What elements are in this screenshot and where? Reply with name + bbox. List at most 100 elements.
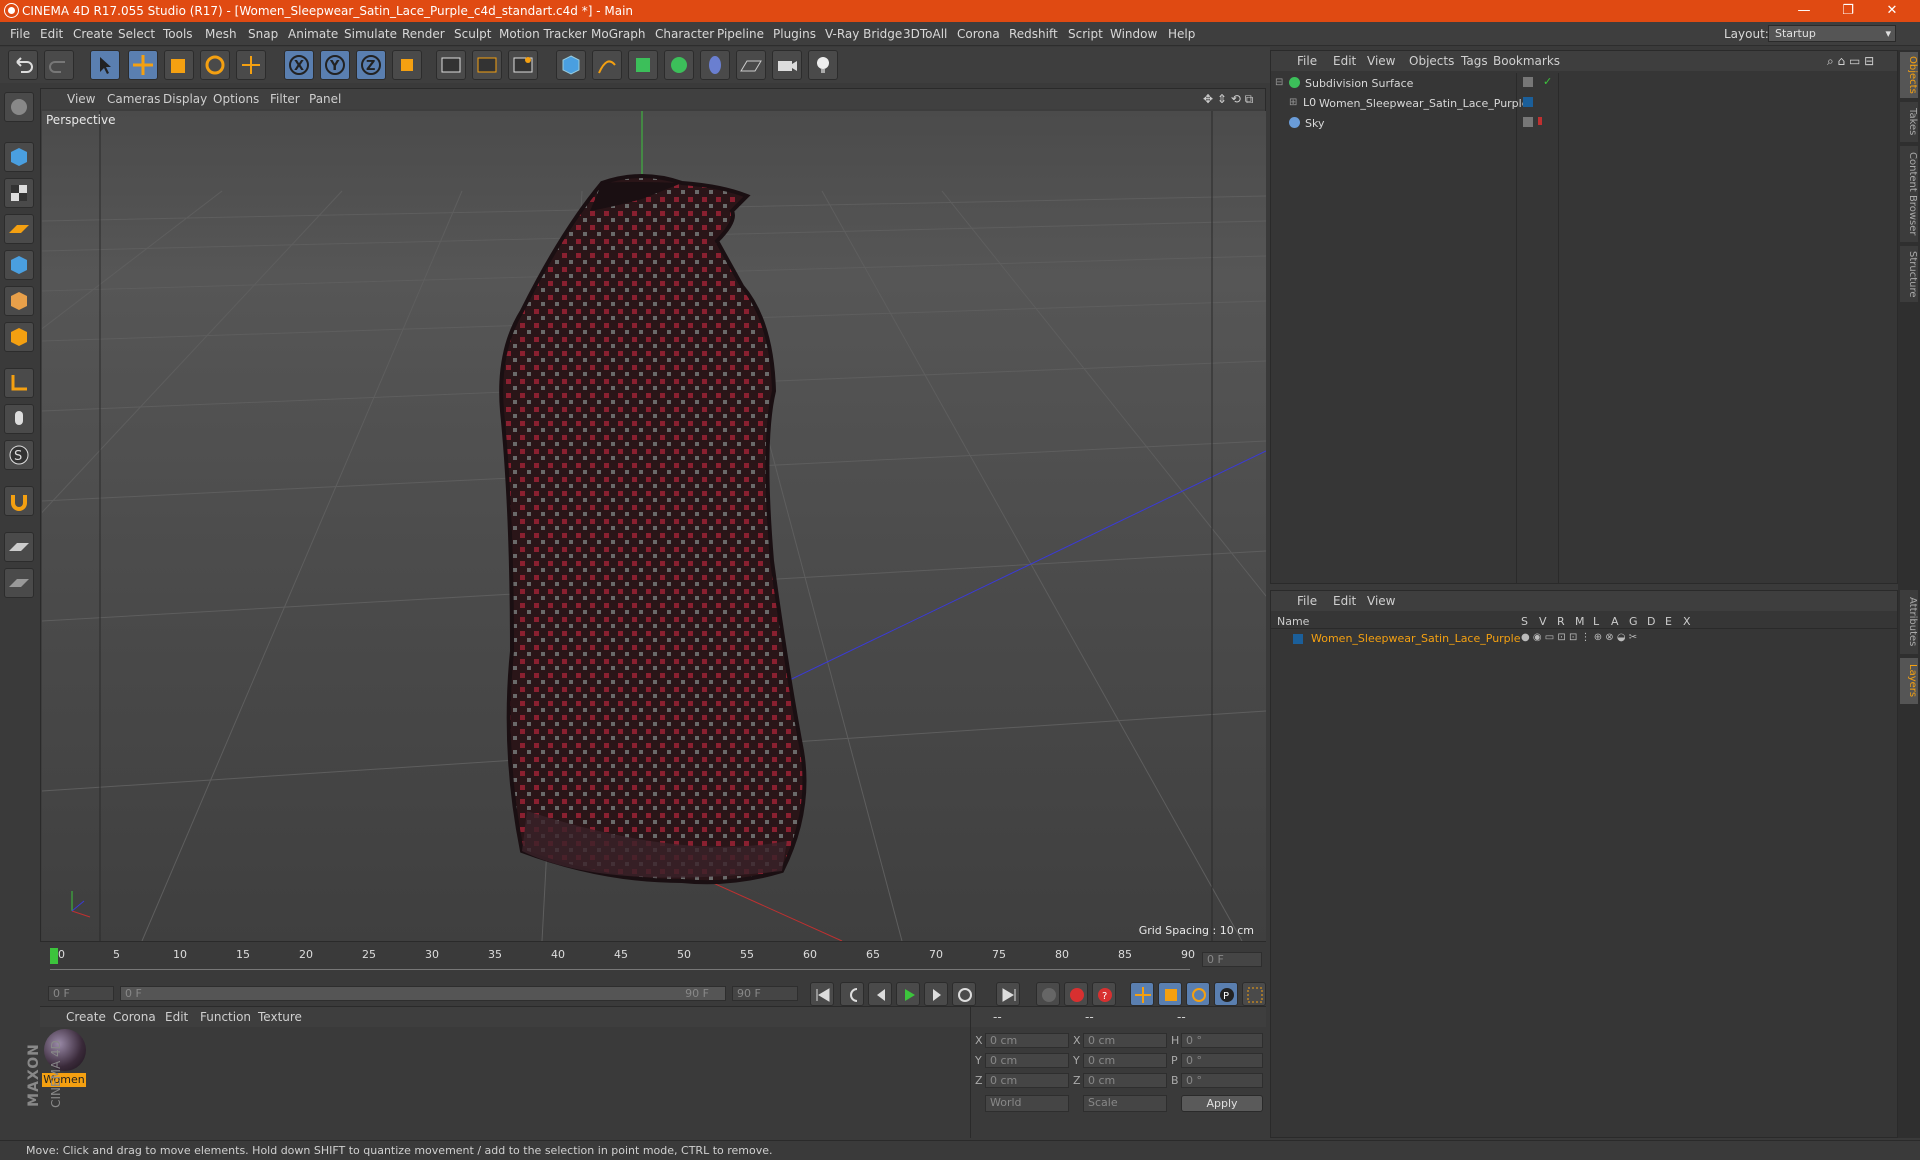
next-frame-button[interactable]	[924, 982, 948, 1006]
coordinate-system-button[interactable]	[392, 50, 422, 80]
layout-select[interactable]: Startup ▾	[1768, 25, 1896, 42]
om-menu-tags[interactable]: Tags	[1461, 54, 1488, 68]
menu-mesh[interactable]: Mesh	[205, 27, 237, 41]
object-row-sky[interactable]: Sky	[1275, 115, 1515, 133]
menu-edit[interactable]: Edit	[40, 27, 63, 41]
om-menu-file[interactable]: File	[1297, 54, 1317, 68]
material-menu-function[interactable]: Function	[200, 1010, 251, 1024]
scale-tool-button[interactable]	[164, 50, 194, 80]
viewport-menu-view[interactable]: View	[67, 92, 95, 106]
close-button[interactable]: ✕	[1872, 2, 1912, 20]
z-axis-lock-button[interactable]: Z	[356, 50, 386, 80]
menu-file[interactable]: File	[10, 27, 30, 41]
size-z-field[interactable]: 0 cm	[1083, 1073, 1167, 1088]
autokey-button[interactable]: ?	[1092, 982, 1116, 1006]
menu-sculpt[interactable]: Sculpt	[454, 27, 491, 41]
menu-window[interactable]: Window	[1110, 27, 1157, 41]
current-frame-field[interactable]: 0 F	[1202, 952, 1262, 967]
key-parameter-button[interactable]: P	[1214, 982, 1238, 1006]
viewport-navigate-icon[interactable]: ✥ ⇕ ⟲ ⧉	[1203, 92, 1253, 107]
om-menu-edit[interactable]: Edit	[1333, 54, 1356, 68]
visibility-toggle-icon[interactable]	[1523, 117, 1533, 127]
end-frame-field[interactable]: 90 F	[732, 986, 798, 1001]
lock-workplane-button[interactable]	[4, 532, 34, 562]
mograph-cloner-button[interactable]	[664, 50, 694, 80]
om-menu-bookmarks[interactable]: Bookmarks	[1493, 54, 1560, 68]
key-scale-button[interactable]	[1158, 982, 1182, 1006]
layer-color-icon[interactable]	[1523, 97, 1533, 107]
layer-name[interactable]: Women_Sleepwear_Satin_Lace_Purple	[1311, 632, 1521, 645]
key-pla-button[interactable]	[1242, 982, 1266, 1006]
menu-corona[interactable]: Corona	[957, 27, 1000, 41]
menu-help[interactable]: Help	[1168, 27, 1195, 41]
texture-mode-button[interactable]	[4, 178, 34, 208]
minimize-button[interactable]: —	[1784, 2, 1824, 20]
transform-tool-button[interactable]	[236, 50, 266, 80]
om-search-icon[interactable]: ⌕ ⌂ ▭ ⊟	[1827, 54, 1874, 69]
sleepwear-model[interactable]	[499, 174, 807, 885]
position-y-field[interactable]: 0 cm	[985, 1053, 1069, 1068]
material-menu-corona[interactable]: Corona	[113, 1010, 156, 1024]
x-axis-lock-button[interactable]: X	[284, 50, 314, 80]
menu-vray-bridge[interactable]: V-Ray Bridge	[825, 27, 902, 41]
planar-workplane-button[interactable]	[4, 568, 34, 598]
visibility-toggle-icon[interactable]	[1523, 77, 1533, 87]
record-position-button[interactable]	[1036, 982, 1060, 1006]
frame-range-slider[interactable]: 0 F 90 F	[120, 986, 726, 1001]
tab-objects[interactable]: Objects	[1900, 52, 1918, 98]
loop-button[interactable]	[952, 982, 976, 1006]
viewport-menu-cameras[interactable]: Cameras	[107, 92, 160, 106]
play-button[interactable]	[896, 982, 920, 1006]
workplane-mode-button[interactable]	[4, 214, 34, 244]
menu-redshift[interactable]: Redshift	[1009, 27, 1058, 41]
previous-frame-button[interactable]	[868, 982, 892, 1006]
material-menu-texture[interactable]: Texture	[258, 1010, 302, 1024]
om-menu-view[interactable]: View	[1367, 54, 1395, 68]
menu-snap[interactable]: Snap	[248, 27, 278, 41]
render-picture-viewer-button[interactable]	[472, 50, 502, 80]
menu-mograph[interactable]: MoGraph	[591, 27, 646, 41]
light-object-button[interactable]	[808, 50, 838, 80]
key-position-button[interactable]	[1130, 982, 1154, 1006]
lm-menu-view[interactable]: View	[1367, 594, 1395, 608]
menu-animate[interactable]: Animate	[288, 27, 338, 41]
points-mode-button[interactable]	[4, 250, 34, 280]
menu-character[interactable]: Character	[655, 27, 714, 41]
menu-render[interactable]: Render	[402, 27, 445, 41]
size-y-field[interactable]: 0 cm	[1083, 1053, 1167, 1068]
menu-script[interactable]: Script	[1068, 27, 1103, 41]
expand-icon[interactable]: ⊞	[1289, 97, 1297, 108]
y-axis-lock-button[interactable]: Y	[320, 50, 350, 80]
render-view-button[interactable]	[436, 50, 466, 80]
material-menu-create[interactable]: Create	[66, 1010, 106, 1024]
axis-mode-button[interactable]	[4, 368, 34, 398]
lm-menu-edit[interactable]: Edit	[1333, 594, 1356, 608]
layer-flag-icons[interactable]: ● ◉ ▭ ⊡ ⊡ ⋮ ⊕ ⊗ ◒ ✂	[1521, 632, 1637, 643]
size-mode-select[interactable]: Scale	[1083, 1095, 1167, 1112]
undo-button[interactable]	[8, 50, 38, 80]
layer-color-icon[interactable]	[1293, 634, 1303, 644]
restore-button[interactable]: ❐	[1828, 2, 1868, 20]
go-to-start-button[interactable]	[810, 982, 834, 1006]
viewport-menu-panel[interactable]: Panel	[309, 92, 341, 106]
snap-button[interactable]: S	[4, 440, 34, 470]
menu-3dtoall[interactable]: 3DToAll	[903, 27, 947, 41]
lm-menu-file[interactable]: File	[1297, 594, 1317, 608]
viewport-menu-display[interactable]: Display	[163, 92, 207, 106]
magnet-tool-button[interactable]	[4, 486, 34, 516]
size-x-field[interactable]: 0 cm	[1083, 1033, 1167, 1048]
enabled-check-icon[interactable]: ✓	[1543, 75, 1552, 88]
rotate-tool-button[interactable]	[200, 50, 230, 80]
object-row-sleepwear[interactable]: ⊞ L0 Women_Sleepwear_Satin_Lace_Purple	[1275, 95, 1529, 113]
tab-takes[interactable]: Takes	[1900, 102, 1918, 142]
tab-layers[interactable]: Layers	[1900, 658, 1918, 704]
tab-structure[interactable]: Structure	[1900, 246, 1918, 302]
start-frame-field[interactable]: 0 F	[48, 986, 114, 1001]
menu-create[interactable]: Create	[73, 27, 113, 41]
cube-object-button[interactable]	[556, 50, 586, 80]
collapse-icon[interactable]: ⊟	[1275, 77, 1283, 88]
playhead[interactable]	[50, 948, 58, 964]
timeline-ruler[interactable]: 0 5 10 15 20 25 30 35 40 45 50 55 60 65 …	[40, 944, 1266, 978]
tab-content-browser[interactable]: Content Browser	[1900, 146, 1918, 242]
redo-button[interactable]	[44, 50, 74, 80]
